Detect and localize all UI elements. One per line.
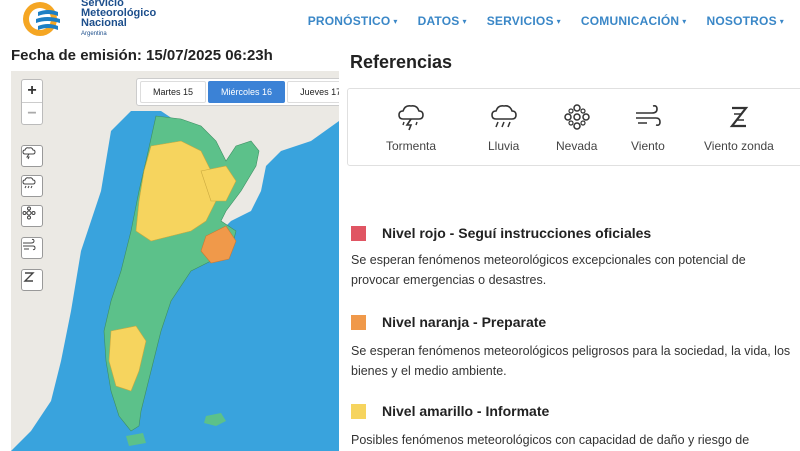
- emission-date: Fecha de emisión: 15/07/2025 06:23h: [11, 47, 273, 64]
- wind-icon: [635, 105, 661, 126]
- level-description: Se esperan fenómenos meteorológicos peli…: [351, 344, 791, 378]
- day-selector: Martes 15 Miércoles 16 Jueves 17: [136, 78, 339, 106]
- reference-label: Viento: [631, 139, 665, 153]
- yellow-swatch: [351, 404, 366, 419]
- top-navbar: Servicio Meteorológico Nacional Argentin…: [0, 0, 800, 44]
- reference-label: Lluvia: [488, 139, 520, 153]
- logo-line-4: Argentina: [81, 31, 107, 37]
- storm-icon: [22, 147, 36, 160]
- level-description: Posibles fenómenos meteorológicos con ca…: [351, 433, 750, 447]
- smn-logo[interactable]: Servicio Meteorológico Nacional Argentin…: [18, 0, 156, 40]
- reference-lluvia: Lluvia: [488, 101, 519, 153]
- reference-viento-zonda: Viento zonda: [704, 101, 774, 153]
- reference-tormenta: Tormenta: [386, 101, 436, 153]
- level-title: Nivel rojo - Seguí instrucciones oficial…: [382, 225, 652, 241]
- reference-label: Nevada: [556, 139, 598, 153]
- red-swatch: [351, 226, 366, 241]
- smn-logo-icon: [23, 2, 60, 36]
- references-title: Referencias: [350, 52, 453, 72]
- tierra-del-fuego: [126, 433, 146, 446]
- day-tab-miercoles[interactable]: Miércoles 16: [208, 81, 286, 103]
- rain-icon: [490, 105, 517, 128]
- wind-filter-button[interactable]: [21, 237, 43, 259]
- chevron-down-icon: ▾: [556, 17, 561, 26]
- zoom-in-button[interactable]: +: [22, 80, 42, 102]
- chevron-down-icon: ▾: [462, 17, 467, 26]
- zoom-out-button[interactable]: −: [22, 102, 42, 124]
- storm-filter-button[interactable]: [21, 145, 43, 167]
- orange-swatch: [351, 315, 366, 330]
- snow-icon: [22, 206, 36, 220]
- nav-pronostico[interactable]: PRONÓSTICO ▾: [298, 14, 408, 28]
- argentina-map: [11, 71, 339, 451]
- reference-viento: Viento: [631, 101, 665, 153]
- malvinas-islands: [204, 413, 226, 426]
- snow-icon: [563, 104, 590, 130]
- wind-icon: [23, 238, 36, 251]
- reference-label: Tormenta: [386, 139, 437, 153]
- day-tab-martes[interactable]: Martes 15: [140, 81, 207, 103]
- alert-map[interactable]: + − Martes 15 Miércoles 16 Jueves 17: [11, 71, 339, 451]
- level-title: Nivel naranja - Preparate: [382, 314, 547, 330]
- nav-nosotros[interactable]: NOSOTROS ▾: [697, 14, 795, 28]
- nav-servicios[interactable]: SERVICIOS ▾: [477, 14, 571, 28]
- zonda-filter-button[interactable]: [21, 269, 43, 291]
- reference-nevada: Nevada: [556, 101, 597, 153]
- day-tab-jueves[interactable]: Jueves 17: [287, 81, 339, 103]
- chevron-down-icon: ▾: [393, 17, 398, 26]
- zonda-icon: [729, 106, 749, 128]
- storm-icon: [398, 105, 424, 131]
- chevron-down-icon: ▾: [779, 17, 784, 26]
- logo-line-3: Nacional: [81, 17, 127, 29]
- zoom-control: + −: [21, 79, 43, 125]
- main-nav: PRONÓSTICO ▾ DATOS ▾ SERVICIOS ▾ COMUNICACI…: [298, 14, 794, 28]
- snow-filter-button[interactable]: [21, 205, 43, 227]
- nav-datos[interactable]: DATOS ▾: [408, 14, 477, 28]
- references-panel: Tormenta Lluvia Nevada Viento Viento zon…: [347, 88, 800, 166]
- rain-filter-button[interactable]: [21, 175, 43, 197]
- chevron-down-icon: ▾: [682, 17, 687, 26]
- level-description: Se esperan fenómenos meteorológicos exce…: [351, 253, 746, 287]
- rain-icon: [22, 177, 36, 189]
- nav-comunicacion[interactable]: COMUNICACIÓN ▾: [571, 14, 697, 28]
- level-title: Nivel amarillo - Informate: [382, 403, 550, 419]
- reference-label: Viento zonda: [704, 139, 774, 153]
- zonda-icon: [23, 272, 35, 282]
